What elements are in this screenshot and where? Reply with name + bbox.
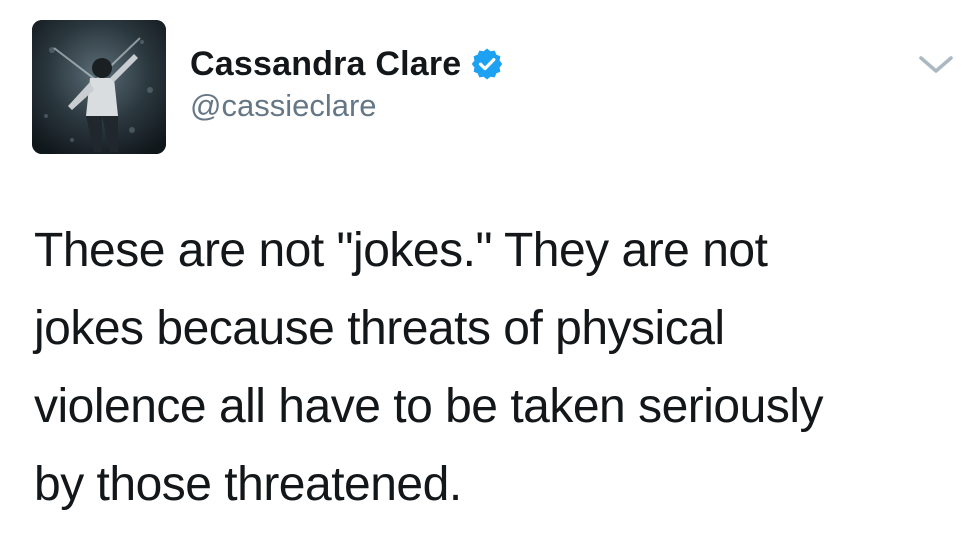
author-handle[interactable]: @cassieclare	[190, 88, 377, 124]
chevron-down-icon[interactable]	[918, 54, 954, 76]
avatar-image	[32, 20, 166, 154]
tweet-text-line: These are not "jokes." They are not	[34, 224, 768, 277]
tweet-text-line: jokes because threats of physical	[34, 302, 725, 355]
tweet-card: Cassandra Clare @cassieclare These are n…	[0, 0, 980, 546]
tweet-text-line: by those threatened.	[34, 458, 462, 511]
tweet-text: These are not "jokes." They are not joke…	[34, 212, 934, 524]
author-name-row: Cassandra Clare	[190, 40, 503, 88]
verified-badge-icon	[471, 48, 503, 80]
avatar[interactable]	[32, 20, 166, 154]
tweet-text-line: violence all have to be taken seriously	[34, 380, 823, 433]
display-name[interactable]: Cassandra Clare	[190, 45, 461, 84]
